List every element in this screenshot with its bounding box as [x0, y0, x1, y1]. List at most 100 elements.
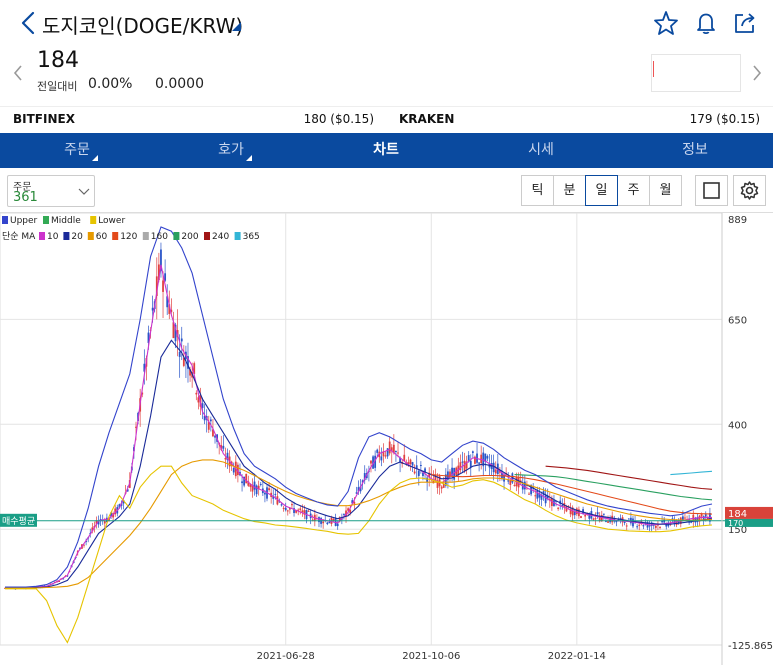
candle-body: [411, 462, 414, 466]
tab-orderbook[interactable]: 호가: [154, 133, 308, 168]
candle-body: [469, 460, 472, 468]
candle-body: [291, 504, 293, 506]
secondary-price-label: 170: [728, 519, 743, 528]
candle-body: [602, 513, 605, 515]
candle-body: [471, 451, 474, 453]
gear-icon: [740, 181, 759, 200]
top-bar: 도지코인(DOGE/KRW): [0, 0, 773, 46]
legend-swatch: [2, 216, 8, 224]
candle-body: [507, 480, 510, 482]
candle-body: [241, 481, 243, 484]
current-price: 184: [37, 48, 79, 73]
candle-body: [654, 525, 657, 528]
price-chart[interactable]: 매수평균 Upper Middle Lower 단순 MA 10 20 60 120 160 20…: [0, 212, 773, 665]
tab-info[interactable]: 정보: [618, 133, 772, 168]
page-title[interactable]: 도지코인(DOGE/KRW): [42, 10, 243, 39]
candle-body: [274, 493, 277, 495]
candle-body: [623, 521, 626, 523]
period-week-button[interactable]: 주: [617, 175, 650, 206]
period-minute-button[interactable]: 분: [553, 175, 586, 206]
candle-body: [151, 307, 154, 311]
legend-swatch: [204, 232, 210, 240]
candle-body: [478, 462, 481, 464]
legend-label: 365: [243, 232, 260, 242]
x-tick-label: 2022-01-14: [548, 651, 606, 662]
series-line-20: [5, 339, 713, 589]
period-tick-button[interactable]: 틱: [521, 175, 554, 206]
legend-swatch: [234, 232, 241, 240]
star-icon[interactable]: [653, 10, 679, 36]
y-tick-label: -125.8656: [728, 641, 773, 652]
chart-canvas[interactable]: 매수평균 Upper Middle Lower 단순 MA 10 20 60 120 160 20…: [0, 212, 773, 665]
y-tick-label: 400: [728, 420, 747, 431]
candle-body: [222, 445, 225, 449]
candle-body: [575, 508, 578, 515]
main-tabs: 주문 호가 차트 시세 정보: [0, 133, 773, 168]
legend-swatch: [90, 216, 97, 224]
candle-body: [523, 481, 526, 490]
legend-label: 20: [71, 232, 83, 242]
candle-body: [178, 351, 181, 357]
ma-legend-title: 단순 MA: [2, 231, 36, 242]
back-arrow-icon[interactable]: [18, 10, 38, 36]
candle-body: [282, 507, 285, 509]
candle-body: [370, 460, 372, 464]
exchange-name: BITFINEX: [13, 112, 75, 126]
prev-coin-icon[interactable]: [12, 63, 24, 83]
candle-body: [636, 526, 639, 528]
plot-frame: [0, 212, 723, 646]
candle-body: [286, 510, 289, 512]
candle-body: [264, 492, 266, 495]
price-summary: 184 전일대비 0.00% 0.0000: [0, 46, 773, 104]
chart-settings-button[interactable]: [733, 175, 766, 206]
candle-body: [232, 468, 235, 473]
candle-body: [486, 456, 489, 459]
candle-body: [419, 464, 422, 466]
candle-body: [259, 483, 262, 485]
next-coin-icon[interactable]: [751, 63, 763, 83]
period-month-button[interactable]: 월: [649, 175, 682, 206]
legend-swatch: [112, 232, 119, 240]
legend-label: Middle: [51, 216, 81, 226]
exchange-name: KRAKEN: [399, 112, 455, 126]
candle-body: [426, 477, 429, 483]
legend-label: 120: [120, 232, 137, 242]
candle-body: [268, 488, 270, 491]
candle-body: [253, 481, 256, 490]
series-line-365: [670, 470, 713, 476]
candle-body: [328, 522, 331, 524]
order-select-value: 361: [13, 190, 38, 205]
square-icon: [703, 182, 720, 199]
exchange-prices: BITFINEX 180 ($0.15) KRAKEN 179 ($0.15): [0, 106, 773, 132]
legend-label: 160: [151, 232, 168, 242]
candle-body: [625, 525, 628, 527]
candle-body: [594, 518, 597, 520]
bell-icon[interactable]: [693, 10, 719, 36]
candle-body: [417, 470, 420, 476]
legend-label: 10: [47, 232, 59, 242]
order-count-select[interactable]: 주문 361: [7, 175, 95, 207]
exchange-price: 180 ($0.15): [303, 112, 374, 126]
candle-body: [684, 517, 686, 519]
tab-chart[interactable]: 차트: [309, 133, 463, 168]
chart-layout-button[interactable]: [695, 175, 728, 206]
avg-buy-label: 매수평균: [2, 516, 35, 527]
candle-body: [180, 338, 183, 342]
candle-body: [245, 473, 248, 484]
title-dropdown-icon[interactable]: [232, 22, 241, 31]
share-icon[interactable]: [732, 10, 758, 36]
exchange-price: 179 ($0.15): [689, 112, 760, 126]
legend-swatch: [39, 232, 45, 240]
mini-chart[interactable]: [651, 54, 741, 92]
candle-body: [195, 392, 198, 395]
legend-label: Lower: [98, 216, 125, 226]
change-amount: 0.0000: [155, 76, 204, 92]
tab-market-price[interactable]: 시세: [464, 133, 618, 168]
legend-label: Upper: [10, 216, 38, 226]
period-day-button[interactable]: 일: [585, 175, 618, 206]
candle-body: [648, 525, 651, 527]
candle-body: [376, 449, 379, 453]
tab-order[interactable]: 주문: [0, 133, 154, 168]
candle-body: [492, 462, 495, 473]
candle-body: [463, 460, 466, 471]
